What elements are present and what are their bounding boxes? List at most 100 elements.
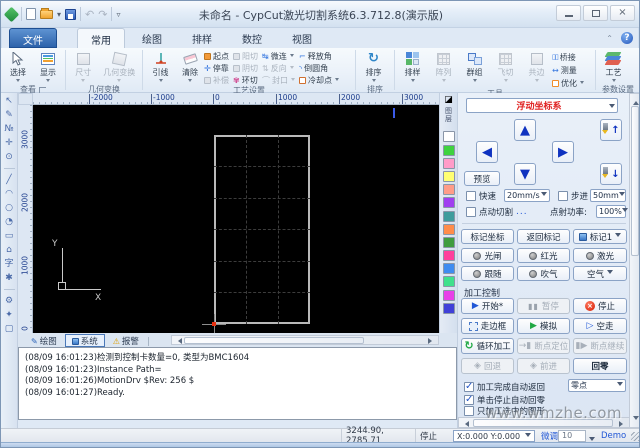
layer-color-swatch[interactable] xyxy=(442,157,455,169)
line-tool-icon[interactable]: ╱ xyxy=(3,175,16,185)
layer-color-swatch[interactable] xyxy=(442,131,455,143)
tab-home[interactable]: 常用 xyxy=(77,28,125,48)
layer-color-swatch[interactable] xyxy=(442,276,455,288)
panel-vertical-scrollbar[interactable] xyxy=(629,93,639,428)
gas-select-button[interactable]: 空气 xyxy=(573,266,627,281)
customize-toolbar-caret-icon[interactable]: ▿ xyxy=(116,10,120,19)
fillet-button[interactable]: ◝ 倒圆角 xyxy=(299,63,339,73)
jog-cut-checkbox[interactable]: 点动切割 ... xyxy=(466,206,528,218)
bridge-button[interactable]: ▯▯ 桥接 xyxy=(552,52,584,62)
machine-position-select[interactable]: X:0.000 Y:0.000 xyxy=(453,430,535,442)
nest-button[interactable]: 排样 xyxy=(397,49,428,88)
preview-button[interactable]: 预览 xyxy=(464,171,500,186)
arc-tool-icon[interactable]: ◠ xyxy=(3,189,16,199)
scrollbar-thumb[interactable] xyxy=(631,106,639,256)
fast-speed-checkbox[interactable]: 快速 xyxy=(466,190,496,202)
coordinate-system-select[interactable]: 浮动坐标系 xyxy=(466,98,618,113)
cooling-point-button[interactable]: 冷却点 xyxy=(299,75,339,85)
jog-down-button[interactable]: ▼ xyxy=(514,163,536,185)
blow-toggle-button[interactable]: 吹气 xyxy=(517,266,570,281)
dropdown-caret-icon[interactable] xyxy=(289,53,294,59)
laser-toggle-button[interactable]: 激光 xyxy=(573,248,627,263)
mark1-select-button[interactable]: 标记1 xyxy=(573,229,627,244)
close-button[interactable]: × xyxy=(610,5,635,21)
scroll-left-icon[interactable] xyxy=(175,338,182,344)
tab-drawing-log[interactable]: ✎ 绘图 xyxy=(24,334,64,348)
step-back-button[interactable]: ◈ 回退 xyxy=(461,358,514,374)
layer-color-swatch[interactable] xyxy=(442,289,455,301)
dock-button[interactable]: ✛ 停靠 xyxy=(204,63,229,73)
layer-color-swatch[interactable] xyxy=(442,197,455,209)
jog-cut-more-link[interactable]: ... xyxy=(516,207,528,217)
trace-frame-button[interactable]: 走边框 xyxy=(461,318,514,334)
geometry-transform-button[interactable]: 几何变换 xyxy=(99,49,140,84)
tab-nest[interactable]: 排样 xyxy=(179,28,225,48)
return-home-button[interactable]: 回零 xyxy=(573,358,627,374)
scroll-right-icon[interactable] xyxy=(428,338,435,344)
tab-nc[interactable]: 数控 xyxy=(229,28,275,48)
tab-file[interactable]: 文件 xyxy=(9,28,57,48)
redo-icon[interactable]: ↷ xyxy=(98,9,107,20)
wand-tool-icon[interactable]: ✦ xyxy=(3,310,16,320)
rectangle-tool-icon[interactable]: ▭ xyxy=(3,231,16,241)
compensation-button[interactable]: 补偿 xyxy=(204,75,229,85)
maximize-button[interactable] xyxy=(583,5,608,21)
fast-speed-select[interactable]: 20mm/s xyxy=(504,189,550,202)
select-tool-icon[interactable]: ↖ xyxy=(3,96,16,106)
craft-params-button[interactable]: 工艺 xyxy=(598,49,629,84)
system-log-panel[interactable]: (08/09 16:01:23)检测到控制卡数量=0, 类型为BMC1604 (… xyxy=(18,347,457,420)
open-file-icon[interactable] xyxy=(40,7,53,19)
save-file-icon[interactable] xyxy=(65,8,77,20)
inner-cut-button[interactable]: 阴切 xyxy=(233,63,258,73)
zoom-tool-icon[interactable]: ⊙ xyxy=(3,152,16,162)
loop-processing-button[interactable]: ↻ 循环加工 xyxy=(461,338,514,354)
pause-button[interactable]: ▮▮ 暂停 xyxy=(517,298,570,314)
dry-run-button[interactable]: ▷ 空走 xyxy=(573,318,627,334)
jog-up-button[interactable]: ▲ xyxy=(514,119,536,141)
layer-color-swatch[interactable] xyxy=(442,170,455,182)
fine-tune-input[interactable]: 10 xyxy=(558,430,586,442)
micro-joint-button[interactable]: ↹ 微连 xyxy=(262,51,295,61)
array-button[interactable]: 阵列 xyxy=(428,49,459,88)
collapse-ribbon-icon[interactable]: ⌃ xyxy=(606,34,613,43)
display-button[interactable]: 显示 xyxy=(33,49,63,84)
follow-up-button[interactable]: ↑ xyxy=(600,119,622,141)
auto-return-checkbox[interactable]: 加工完成自动返回 xyxy=(464,381,545,393)
star-tool-icon[interactable]: ✱ xyxy=(3,273,16,283)
red-light-toggle-button[interactable]: 红光 xyxy=(517,248,570,263)
scroll-down-icon[interactable] xyxy=(633,416,639,423)
follow-down-button[interactable]: ↓ xyxy=(600,163,622,185)
jog-right-button[interactable]: ▶ xyxy=(552,141,574,163)
start-point-button[interactable]: 起点 xyxy=(204,51,229,61)
scroll-left-icon[interactable] xyxy=(462,421,469,427)
breakpoint-continue-button[interactable]: ▮▶ 断点继续 xyxy=(573,338,627,354)
minimize-button[interactable] xyxy=(556,5,581,21)
clear-button[interactable]: 清除 xyxy=(176,49,204,85)
burst-power-select[interactable]: 100% xyxy=(596,205,628,218)
text-tool-icon[interactable]: 字 xyxy=(3,259,16,269)
layer-color-swatch[interactable] xyxy=(442,210,455,222)
canvas-horizontal-scrollbar[interactable] xyxy=(171,335,439,345)
node-edit-tool-icon[interactable]: ✎ xyxy=(3,110,16,120)
ring-cut-button[interactable]: ✾ 环切 xyxy=(233,75,258,85)
polygon-tool-icon[interactable]: ⌂ xyxy=(3,245,16,255)
tab-alarm-log[interactable]: ⚠ 报警 xyxy=(106,334,146,348)
scroll-up-icon[interactable] xyxy=(633,98,639,105)
layer-color-swatch[interactable] xyxy=(442,263,455,275)
release-corner-button[interactable]: ⌐ 释放角 xyxy=(299,51,339,61)
breakpoint-locate-button[interactable]: →▮ 断点定位 xyxy=(517,338,570,354)
layer-color-swatch[interactable] xyxy=(442,236,455,248)
step-forward-button[interactable]: ◈ 前进 xyxy=(517,358,570,374)
group-button[interactable]: 群组 xyxy=(459,49,490,88)
mark-coordinate-button[interactable]: 标记坐标 xyxy=(461,229,514,244)
new-file-icon[interactable] xyxy=(26,8,36,20)
optimize-button[interactable]: 优化 xyxy=(552,78,584,88)
return-to-mark-button[interactable]: 返回标记 xyxy=(517,229,570,244)
follow-toggle-button[interactable]: 跟随 xyxy=(461,266,514,281)
select-button[interactable]: 选择 xyxy=(3,49,33,84)
outer-cut-button[interactable]: 阳切 xyxy=(233,51,258,61)
simulate-button[interactable]: ▶ 模拟 xyxy=(517,318,570,334)
pie-tool-icon[interactable]: ◔ xyxy=(3,217,16,227)
seal-button[interactable]: ⌒ 封口 xyxy=(262,75,295,85)
tab-system-log[interactable]: 系统 xyxy=(64,334,105,347)
